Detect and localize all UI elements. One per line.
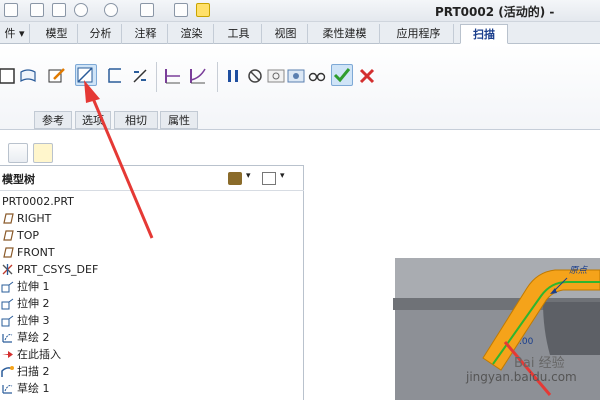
- tree-item-label: 扫描 2: [17, 365, 50, 378]
- tree-item-extrude-1[interactable]: 拉伸 1: [0, 278, 300, 295]
- file-menu-icon[interactable]: [4, 3, 18, 17]
- tab-view[interactable]: 视图: [264, 24, 308, 44]
- surface-sweep-icon[interactable]: [18, 66, 38, 86]
- datum-plane-icon: [1, 229, 14, 242]
- extrude-icon: [1, 297, 14, 310]
- tree-item-sweep-2[interactable]: 扫描 2: [0, 363, 300, 380]
- datum-plane-icon: [1, 212, 14, 225]
- tree-item-label: FRONT: [17, 246, 55, 259]
- tree-item-label: 在此插入: [17, 348, 61, 361]
- tree-item-sketch-2[interactable]: 草绘 2: [0, 329, 300, 346]
- ribbon-group-tangency[interactable]: 相切: [114, 111, 158, 129]
- tree-item-label: TOP: [17, 229, 40, 242]
- folder-browser-icon[interactable]: [33, 143, 53, 163]
- tree-item-insert-here[interactable]: 在此插入: [0, 346, 300, 363]
- dimension-value[interactable]: .00: [519, 337, 533, 347]
- tree-item-label: RIGHT: [17, 212, 52, 225]
- tab-render[interactable]: 渲染: [170, 24, 214, 44]
- tab-applications[interactable]: 应用程序: [384, 24, 454, 44]
- tree-item-label: 草绘 1: [17, 382, 50, 395]
- chevron-down-icon[interactable]: ▾: [280, 171, 285, 181]
- tree-item-csys[interactable]: PRT_CSYS_DEF: [0, 261, 300, 278]
- cancel-icon[interactable]: [357, 66, 377, 86]
- ok-icon[interactable]: [331, 64, 353, 86]
- tree-item-label: PRT0002.PRT: [2, 195, 74, 208]
- tab-model[interactable]: 模型: [36, 24, 78, 44]
- thicken-icon[interactable]: [105, 66, 125, 86]
- tree-item-extrude-3[interactable]: 拉伸 3: [0, 312, 300, 329]
- pause-icon[interactable]: [223, 66, 243, 86]
- ribbon-separator: [217, 62, 218, 92]
- tree-item-label: 拉伸 2: [17, 297, 50, 310]
- windows-icon[interactable]: [174, 3, 188, 17]
- tree-item-label: 拉伸 3: [17, 314, 50, 327]
- attached-preview-icon[interactable]: [266, 66, 286, 86]
- tab-tools[interactable]: 工具: [216, 24, 262, 44]
- tree-filter-icon[interactable]: [262, 172, 276, 185]
- sketch-icon[interactable]: [47, 66, 67, 86]
- insert-here-icon: [1, 348, 14, 361]
- tree-item-label: 拉伸 1: [17, 280, 50, 293]
- remove-material-icon[interactable]: [75, 64, 97, 86]
- show-tree-icon[interactable]: [8, 143, 28, 163]
- tab-analysis[interactable]: 分析: [80, 24, 122, 44]
- verify-icon[interactable]: [307, 66, 327, 86]
- ribbon-group-options[interactable]: 选项: [75, 111, 111, 129]
- tab-sweep[interactable]: 扫描: [460, 24, 508, 44]
- solid-sweep-icon[interactable]: [0, 66, 18, 86]
- tab-annotate[interactable]: 注释: [124, 24, 168, 44]
- sweep-icon: [1, 365, 14, 378]
- tree-item-label: PRT_CSYS_DEF: [17, 263, 99, 276]
- csys-icon: [1, 263, 14, 276]
- tab-flexible-modeling[interactable]: 柔性建模: [310, 24, 380, 44]
- undo-icon[interactable]: [74, 3, 88, 17]
- sketch-icon: [1, 331, 14, 344]
- flip-icon[interactable]: [130, 66, 150, 86]
- extrude-icon: [1, 314, 14, 327]
- regenerate-icon[interactable]: [140, 3, 154, 17]
- save-icon[interactable]: [52, 3, 66, 17]
- tree-item-sketch-1[interactable]: 草绘 1: [0, 380, 300, 397]
- ribbon-group-references[interactable]: 参考: [34, 111, 72, 129]
- title-bar: PRT0002 (活动的) -: [0, 0, 600, 22]
- extrude-icon: [1, 280, 14, 293]
- origin-annotation: 原点: [569, 266, 588, 276]
- tree-item-front[interactable]: FRONT: [0, 244, 300, 261]
- variable-section-icon[interactable]: [188, 66, 208, 86]
- tree-item-right[interactable]: RIGHT: [0, 210, 300, 227]
- constant-section-icon[interactable]: [163, 66, 183, 86]
- sketch-icon: [1, 382, 14, 395]
- watermark-brand: Bai 经验: [514, 356, 565, 371]
- datum-plane-icon: [1, 246, 14, 259]
- tree-settings-icon[interactable]: [228, 172, 242, 185]
- tree-item-extrude-2[interactable]: 拉伸 2: [0, 295, 300, 312]
- open-icon[interactable]: [30, 3, 44, 17]
- window-title: PRT0002 (活动的) -: [435, 5, 555, 19]
- chevron-down-icon[interactable]: ▾: [246, 171, 251, 181]
- ribbon-separator: [156, 62, 157, 92]
- tree-item-top[interactable]: TOP: [0, 227, 300, 244]
- no-preview-icon[interactable]: [245, 66, 265, 86]
- folder-icon[interactable]: [196, 3, 210, 17]
- redo-icon[interactable]: [104, 3, 118, 17]
- ribbon-tab-bar: 件 ▾ 模型 分析 注释 渲染 工具 视图 柔性建模 应用程序 扫描: [0, 22, 600, 44]
- tree-item-part[interactable]: PRT0002.PRT: [0, 193, 300, 210]
- model-tree-panel: 模型树 ▾ ▾ PRT0002.PRT RIGHT TOP FRONT PRT_…: [0, 165, 304, 400]
- tab-file[interactable]: 件 ▾: [0, 24, 30, 44]
- watermark-text: jingyan.baidu.com: [466, 370, 577, 384]
- ribbon-group-properties[interactable]: 属性: [160, 111, 198, 129]
- model-tree-title: 模型树: [2, 173, 35, 186]
- feature-preview-icon[interactable]: [286, 66, 306, 86]
- tree-item-label: 草绘 2: [17, 331, 50, 344]
- model-tree-header: 模型树 ▾ ▾: [0, 166, 304, 191]
